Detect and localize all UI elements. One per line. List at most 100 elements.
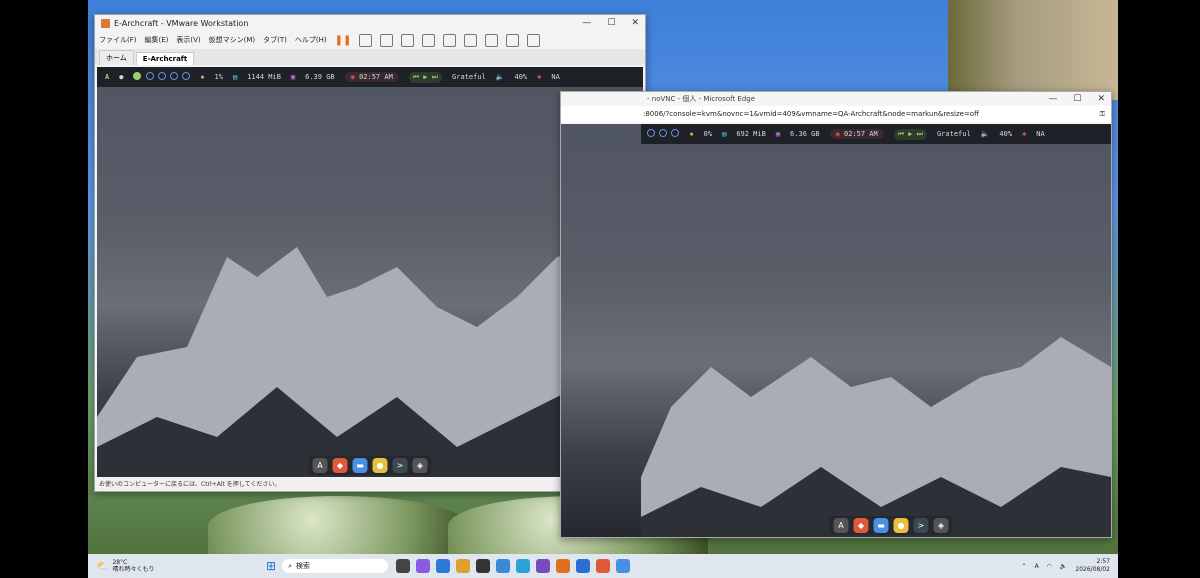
edge-title: - noVNC - 個人 - Microsoft Edge	[647, 95, 756, 103]
store-icon[interactable]	[436, 559, 451, 573]
manage-snapshots-icon[interactable]	[422, 33, 436, 47]
settings-dock-icon[interactable]: ◈	[933, 518, 949, 533]
volume-icon[interactable]: 🔈	[496, 73, 505, 81]
terminal-dock-icon[interactable]: >	[913, 518, 929, 533]
vmware-titlebar[interactable]: E-Archcraft - VMware Workstation — ☐ ✕	[95, 15, 645, 31]
fullscreen-icon[interactable]	[485, 33, 499, 47]
close-icon[interactable]: ✕	[631, 18, 639, 28]
vmware-taskbar-icon[interactable]	[556, 559, 571, 573]
files-dock-icon[interactable]: ▬	[352, 458, 368, 473]
view-options-icon[interactable]	[527, 33, 541, 47]
tab-e-archcraft[interactable]: E-Archcraft	[135, 52, 195, 65]
task-view-icon[interactable]	[396, 559, 411, 573]
tab-home[interactable]: ホーム	[99, 50, 134, 65]
explorer-icon[interactable]	[456, 559, 471, 573]
library-icon[interactable]	[443, 33, 457, 47]
vmware-title: E-Archcraft - VMware Workstation	[114, 18, 249, 28]
volume-icon[interactable]: 🔈	[981, 130, 990, 138]
network-icon[interactable]: ✱	[1022, 130, 1026, 138]
archcraft-dock-icon[interactable]: A	[833, 518, 849, 533]
taskbar-apps	[396, 559, 631, 573]
volume-level: 40%	[999, 130, 1013, 138]
guest-status-bar: ✹ 0% ▤ 692 MiB ▣ 6.36 GB ◉ 02:57 AM ⏮ ▶ ⏭ G…	[641, 124, 1111, 144]
workspace-3[interactable]	[647, 129, 655, 137]
maximize-icon[interactable]: ☐	[607, 18, 615, 28]
firefox-dock-icon[interactable]: ◆	[853, 518, 869, 533]
media-controls[interactable]: ⏮ ▶ ⏭	[893, 128, 927, 140]
workspace-4[interactable]	[170, 72, 179, 80]
settings-dock-icon[interactable]: ◈	[412, 458, 428, 473]
archcraft-logo-icon[interactable]: A	[105, 73, 109, 81]
taskbar-clock[interactable]: 2:57 2026/08/02	[1075, 558, 1110, 574]
disk-icon: ▣	[290, 73, 296, 81]
thumbnail-icon[interactable]	[464, 33, 478, 47]
windows-taskbar: ⛅ 28°C 晴れ時々くもり ⊞ ⌕ 検索 ⌃ A ◠ 🔈 2:57 2026/…	[88, 554, 1118, 578]
app-icon[interactable]	[536, 559, 551, 573]
app-icon[interactable]	[576, 559, 591, 573]
vmware-icon	[101, 18, 110, 28]
pause-icon[interactable]: ❚❚	[335, 35, 352, 46]
console-icon[interactable]	[506, 33, 520, 47]
snapshot-icon[interactable]	[380, 33, 394, 47]
workspace-5[interactable]	[182, 72, 191, 80]
volume-icon[interactable]: 🔈	[1060, 563, 1067, 570]
menu-view[interactable]: 表示(V)	[176, 35, 200, 45]
key-icon[interactable]: ⚿	[1100, 110, 1105, 119]
clock-pill: ◉ 02:57 AM	[829, 129, 884, 139]
network-icon[interactable]: ✱	[537, 73, 541, 81]
minimize-icon[interactable]: —	[1048, 94, 1057, 104]
network-status: NA	[551, 73, 560, 81]
workspace-5[interactable]	[671, 129, 680, 137]
start-icon[interactable]: ⊞	[266, 559, 276, 573]
track-title: Grateful	[936, 130, 971, 138]
app-icon[interactable]	[616, 559, 631, 573]
network-status: NA	[1036, 130, 1045, 138]
minimize-icon[interactable]: —	[582, 18, 591, 28]
editor-dock-icon[interactable]: ●	[372, 458, 388, 473]
maximize-icon[interactable]: ☐	[1073, 94, 1081, 104]
wifi-icon[interactable]: ◠	[1047, 563, 1052, 570]
edge-titlebar[interactable]: - noVNC - 個人 - Microsoft Edge — ☐ ✕	[561, 92, 1111, 106]
files-dock-icon[interactable]: ▬	[873, 518, 889, 533]
menu-file[interactable]: ファイル(F)	[99, 35, 137, 45]
workspace-1[interactable]	[133, 72, 142, 80]
send-keys-icon[interactable]	[359, 33, 373, 47]
workspace-4[interactable]	[659, 129, 668, 137]
terminal-icon[interactable]	[476, 559, 491, 573]
workspace-switcher[interactable]	[647, 129, 680, 139]
weather-widget[interactable]: ⛅ 28°C 晴れ時々くもり	[88, 559, 266, 573]
firefox-dock-icon[interactable]: ◆	[332, 458, 348, 473]
close-icon[interactable]: ✕	[1097, 94, 1105, 104]
vmware-tabbar: ホーム E-Archcraft	[95, 49, 645, 65]
menu-help[interactable]: ヘルプ(H)	[295, 35, 327, 45]
search-box[interactable]: ⌕ 検索	[282, 559, 389, 573]
clock-icon: ◉	[835, 130, 840, 138]
workspace-3[interactable]	[157, 72, 166, 80]
workspace-2[interactable]	[145, 72, 154, 80]
chevron-up-icon[interactable]: ⌃	[1022, 563, 1027, 570]
menu-tab[interactable]: タブ(T)	[263, 35, 287, 45]
taskbar-time: 2:57	[1096, 558, 1110, 565]
disk-icon: ▣	[775, 130, 781, 138]
memory-icon: ▤	[722, 130, 727, 138]
archcraft-dock-icon[interactable]: A	[312, 458, 328, 473]
menu-vm[interactable]: 仮想マシン(M)	[209, 35, 256, 45]
editor-dock-icon[interactable]: ●	[893, 518, 909, 533]
menu-edit[interactable]: 編集(E)	[145, 35, 169, 45]
edge-address-bar[interactable]: :8006/?console=kvm&novnc=1&vmid=409&vmna…	[561, 106, 1111, 122]
workspace-switcher[interactable]	[133, 72, 191, 82]
copilot-icon[interactable]	[416, 559, 431, 573]
novnc-guest-screen[interactable]: ✹ 0% ▤ 692 MiB ▣ 6.36 GB ◉ 02:57 AM ⏮ ▶ ⏭ G…	[561, 124, 1111, 537]
chrome-icon[interactable]	[496, 559, 511, 573]
terminal-dock-icon[interactable]: >	[392, 458, 408, 473]
ime-indicator[interactable]: A	[1035, 563, 1039, 570]
revert-icon[interactable]	[401, 33, 415, 47]
app-icon[interactable]	[596, 559, 611, 573]
media-controls[interactable]: ⏮ ▶ ⏭	[408, 71, 443, 83]
disk-usage: 6.36 GB	[790, 130, 820, 138]
address-text[interactable]: :8006/?console=kvm&novnc=1&vmid=409&vmna…	[643, 110, 979, 118]
mountain-wallpaper-shape	[641, 337, 1111, 537]
bush-background	[208, 496, 468, 556]
edge-icon[interactable]	[516, 559, 531, 573]
edge-window[interactable]: - noVNC - 個人 - Microsoft Edge — ☐ ✕ :800…	[560, 91, 1112, 538]
